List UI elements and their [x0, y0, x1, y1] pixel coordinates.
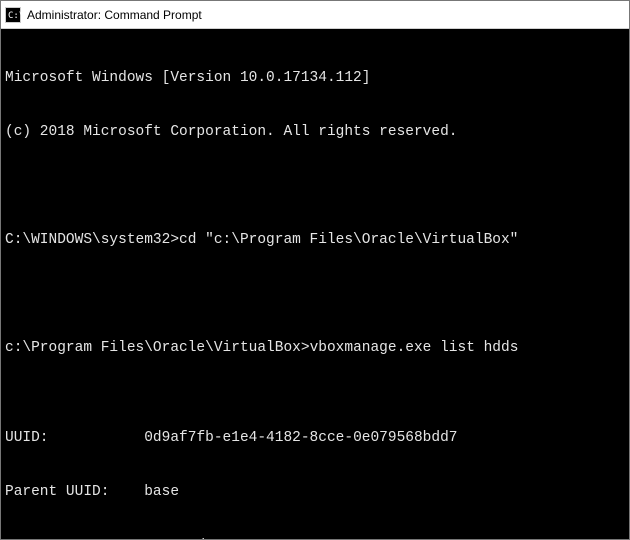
cmd-icon: C:\: [5, 7, 21, 23]
banner-line-1: Microsoft Windows [Version 10.0.17134.11…: [5, 69, 625, 87]
banner-line-2: (c) 2018 Microsoft Corporation. All righ…: [5, 123, 625, 141]
parent-uuid-value: base: [144, 484, 179, 500]
blank-line: [5, 177, 625, 195]
uuid-label: UUID:: [5, 429, 144, 447]
terminal-output[interactable]: Microsoft Windows [Version 10.0.17134.11…: [1, 29, 629, 539]
hdd-parent-row: Parent UUID: base: [5, 483, 625, 501]
uuid-value: 0d9af7fb-e1e4-4182-8cce-0e079568bdd7: [144, 430, 457, 446]
titlebar[interactable]: C:\ Administrator: Command Prompt: [1, 1, 629, 29]
prompt-path-2: c:\Program Files\Oracle\VirtualBox>: [5, 340, 310, 356]
prompt-path-1: C:\WINDOWS\system32>: [5, 232, 179, 248]
window-title: Administrator: Command Prompt: [27, 8, 202, 22]
state-label: State:: [5, 537, 144, 539]
parent-uuid-label: Parent UUID:: [5, 483, 144, 501]
hdd-uuid-row: UUID: 0d9af7fb-e1e4-4182-8cce-0e079568bd…: [5, 429, 625, 447]
command-2: vboxmanage.exe list hdds: [310, 340, 519, 356]
command-1: cd "c:\Program Files\Oracle\VirtualBox": [179, 232, 518, 248]
state-value: created: [144, 538, 205, 539]
prompt-line-1: C:\WINDOWS\system32>cd "c:\Program Files…: [5, 231, 625, 249]
hdd-state-row: State: created: [5, 537, 625, 539]
prompt-line-2: c:\Program Files\Oracle\VirtualBox>vboxm…: [5, 339, 625, 357]
svg-text:C:\: C:\: [8, 11, 21, 21]
blank-line: [5, 285, 625, 303]
command-prompt-window: C:\ Administrator: Command Prompt Micros…: [0, 0, 630, 540]
